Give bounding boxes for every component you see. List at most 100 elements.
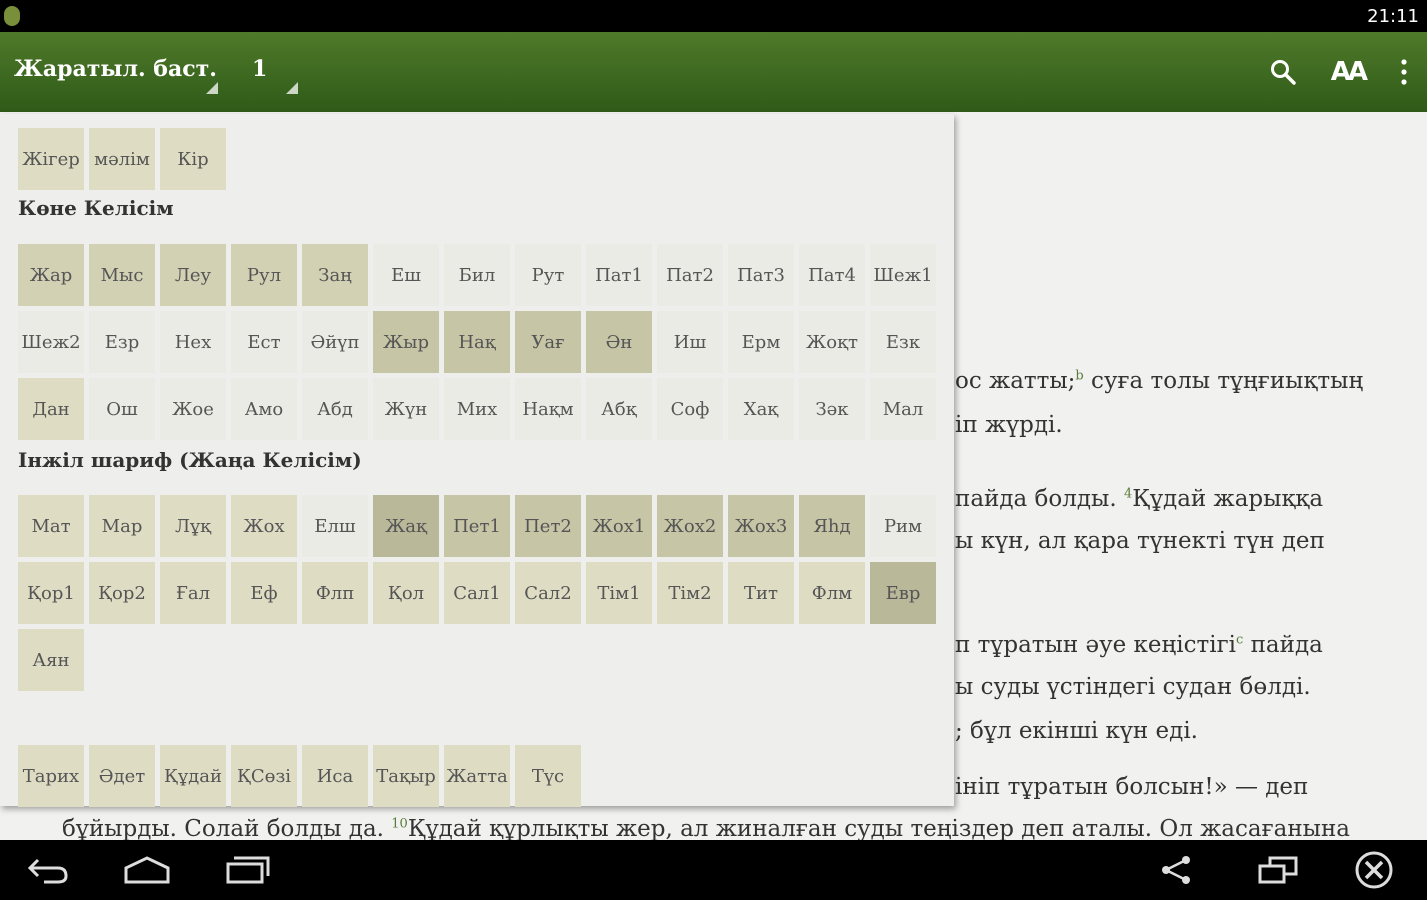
- book-button[interactable]: Рул: [231, 244, 297, 306]
- chapter-dropdown-indicator: [286, 82, 298, 94]
- recents-icon[interactable]: [224, 854, 272, 886]
- book-button[interactable]: Сал2: [515, 562, 581, 624]
- book-button[interactable]: Тім2: [657, 562, 723, 624]
- book-button[interactable]: Құдай: [160, 745, 226, 807]
- book-button[interactable]: Тақыр: [373, 745, 439, 807]
- book-button[interactable]: Пет1: [444, 495, 510, 557]
- chapter-selector[interactable]: 1: [252, 56, 267, 82]
- book-button[interactable]: Езр: [89, 311, 155, 373]
- book-button[interactable]: Жох: [231, 495, 297, 557]
- book-button[interactable]: Елш: [302, 495, 368, 557]
- app-notification-icon: [4, 6, 20, 26]
- book-button[interactable]: мәлім: [89, 128, 155, 190]
- system-nav-bar: [0, 840, 1427, 900]
- book-button[interactable]: Аян: [18, 629, 84, 691]
- book-button[interactable]: Флп: [302, 562, 368, 624]
- share-icon[interactable]: [1156, 854, 1204, 886]
- book-button[interactable]: Абқ: [586, 378, 652, 440]
- book-button[interactable]: Заң: [302, 244, 368, 306]
- book-button[interactable]: Абд: [302, 378, 368, 440]
- book-button[interactable]: Жох1: [586, 495, 652, 557]
- book-button[interactable]: Ест: [231, 311, 297, 373]
- book-button[interactable]: Мат: [18, 495, 84, 557]
- book-button[interactable]: Тім1: [586, 562, 652, 624]
- book-button[interactable]: Ерм: [728, 311, 794, 373]
- window-icon[interactable]: [1256, 854, 1304, 886]
- book-button[interactable]: Пат2: [657, 244, 723, 306]
- book-button[interactable]: Шеж2: [18, 311, 84, 373]
- book-button[interactable]: Еш: [373, 244, 439, 306]
- book-button[interactable]: Бил: [444, 244, 510, 306]
- book-button[interactable]: Езк: [870, 311, 936, 373]
- book-button[interactable]: Кір: [160, 128, 226, 190]
- book-button[interactable]: Иш: [657, 311, 723, 373]
- text-size-label: AA: [1330, 57, 1368, 87]
- book-selector-popup: Жігер мәлім Кір Көне Келісім Жар Мыс Леу…: [0, 114, 954, 807]
- book-button[interactable]: Еф: [231, 562, 297, 624]
- book-button[interactable]: Лұқ: [160, 495, 226, 557]
- book-button[interactable]: Жох2: [657, 495, 723, 557]
- book-button[interactable]: Жоқт: [799, 311, 865, 373]
- verse-line: іп жүрді.: [955, 412, 1063, 438]
- book-button[interactable]: Ән: [586, 311, 652, 373]
- book-button[interactable]: Яһд: [799, 495, 865, 557]
- book-button[interactable]: Ғал: [160, 562, 226, 624]
- new-testament-grid: Мат Мар Лұқ Жох Елш Жақ Пет1 Пет2 Жох1 Ж…: [18, 495, 936, 691]
- book-button[interactable]: Уағ: [515, 311, 581, 373]
- text-size-icon[interactable]: AA: [1330, 56, 1368, 88]
- back-icon[interactable]: [24, 854, 72, 886]
- book-button[interactable]: Леу: [160, 244, 226, 306]
- book-button[interactable]: Қор2: [89, 562, 155, 624]
- book-button[interactable]: Хақ: [728, 378, 794, 440]
- book-button[interactable]: Мих: [444, 378, 510, 440]
- search-icon[interactable]: [1269, 56, 1297, 88]
- book-button[interactable]: Нех: [160, 311, 226, 373]
- book-button[interactable]: Нақм: [515, 378, 581, 440]
- book-button[interactable]: Жох3: [728, 495, 794, 557]
- book-button[interactable]: Жатта: [444, 745, 510, 807]
- book-button[interactable]: Пат3: [728, 244, 794, 306]
- book-button[interactable]: Қол: [373, 562, 439, 624]
- book-button[interactable]: Мал: [870, 378, 936, 440]
- status-clock: 21:11: [1367, 6, 1419, 27]
- book-button[interactable]: Евр: [870, 562, 936, 624]
- book-button[interactable]: Қор1: [18, 562, 84, 624]
- book-button[interactable]: Тарих: [18, 745, 84, 807]
- book-button[interactable]: Пет2: [515, 495, 581, 557]
- overflow-menu-icon[interactable]: [1399, 56, 1409, 88]
- book-button[interactable]: Жақ: [373, 495, 439, 557]
- book-button[interactable]: Жар: [18, 244, 84, 306]
- book-button[interactable]: Жігер: [18, 128, 84, 190]
- book-button[interactable]: Әйүп: [302, 311, 368, 373]
- verse-line: ос жатты;b суға толы тұңғиықтың: [955, 368, 1364, 394]
- book-button[interactable]: Рут: [515, 244, 581, 306]
- book-button[interactable]: Шеж1: [870, 244, 936, 306]
- book-button[interactable]: Әдет: [89, 745, 155, 807]
- book-button[interactable]: Дан: [18, 378, 84, 440]
- book-button[interactable]: Иса: [302, 745, 368, 807]
- book-button[interactable]: Рим: [870, 495, 936, 557]
- book-button[interactable]: Ош: [89, 378, 155, 440]
- book-button[interactable]: ҚСөзі: [231, 745, 297, 807]
- book-button[interactable]: Жыр: [373, 311, 439, 373]
- home-icon[interactable]: [122, 854, 170, 886]
- book-button[interactable]: Пат4: [799, 244, 865, 306]
- book-button[interactable]: Амо: [231, 378, 297, 440]
- book-button[interactable]: Мар: [89, 495, 155, 557]
- book-button[interactable]: Жое: [160, 378, 226, 440]
- book-button[interactable]: Флм: [799, 562, 865, 624]
- book-button[interactable]: Жүн: [373, 378, 439, 440]
- book-button[interactable]: Соф: [657, 378, 723, 440]
- book-button[interactable]: Түс: [515, 745, 581, 807]
- book-dropdown-indicator: [206, 82, 218, 94]
- book-selector[interactable]: Жаратыл. баст.: [14, 56, 217, 82]
- verse-line: інiп тұратын болсын!» — деп: [955, 774, 1309, 800]
- verse-line: пайда болды. 4Құдай жарыққа: [955, 486, 1324, 512]
- book-button[interactable]: Зәк: [799, 378, 865, 440]
- book-button[interactable]: Сал1: [444, 562, 510, 624]
- book-button[interactable]: Мыс: [89, 244, 155, 306]
- book-button[interactable]: Пат1: [586, 244, 652, 306]
- book-button[interactable]: Нақ: [444, 311, 510, 373]
- book-button[interactable]: Тит: [728, 562, 794, 624]
- close-circle-icon[interactable]: [1352, 850, 1396, 890]
